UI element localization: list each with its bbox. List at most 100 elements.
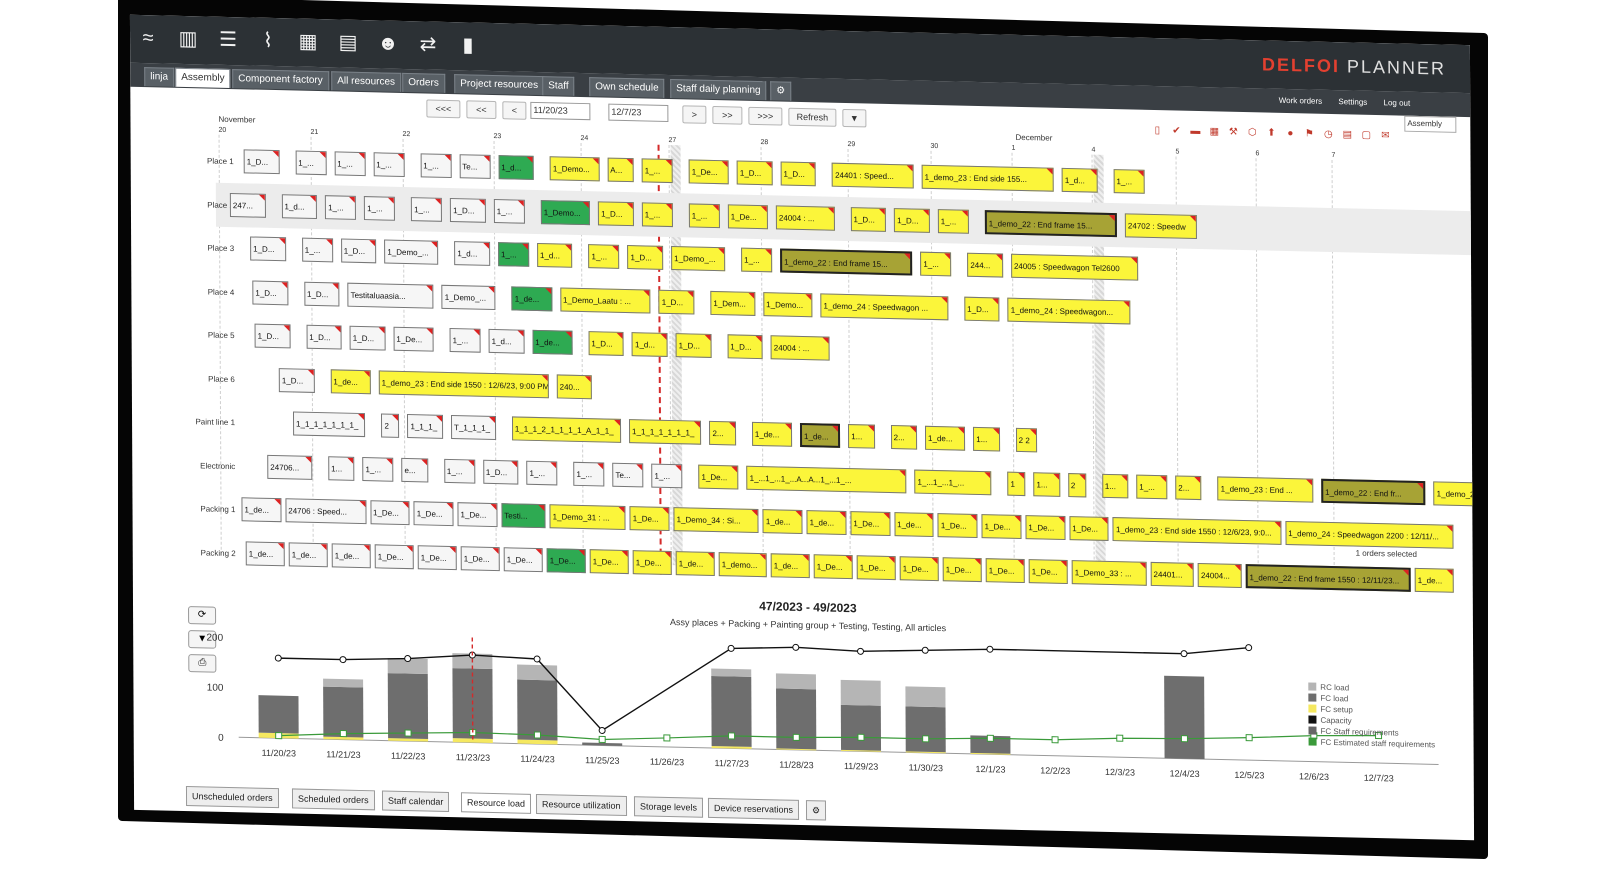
order-bar[interactable]: 1_demo_23 : End side 1550 : 12/6/23, 9:0… bbox=[1112, 517, 1282, 545]
order-bar[interactable]: 1_Demo... bbox=[549, 156, 600, 182]
order-bar[interactable]: 1_1_1_2_1_1_1_1_A_1_1_ bbox=[511, 416, 622, 443]
gear-icon[interactable]: ⚙ bbox=[805, 800, 827, 821]
order-bar[interactable]: 1_demo_24 : Speedwagon ... bbox=[820, 292, 949, 320]
order-bar[interactable]: 1_... bbox=[301, 237, 333, 263]
order-bar[interactable]: 1_1_1_1_1_1_1_ bbox=[292, 411, 366, 438]
order-bar[interactable]: 1_de... bbox=[751, 421, 793, 447]
order-bar[interactable]: 1_De... bbox=[589, 548, 629, 574]
order-bar[interactable]: 1_de... bbox=[511, 285, 553, 311]
order-bar[interactable]: 1... bbox=[328, 455, 355, 481]
order-bar[interactable]: 24004 : ... bbox=[775, 204, 835, 231]
tab-staff[interactable]: Staff bbox=[542, 76, 575, 96]
tab-resource-load[interactable]: Resource load bbox=[460, 792, 532, 814]
settings-link[interactable]: Settings bbox=[1338, 97, 1367, 107]
assembly-select[interactable]: Assembly bbox=[1404, 115, 1457, 133]
order-bar[interactable]: 1_... bbox=[364, 195, 396, 221]
order-bar[interactable]: Testi... bbox=[501, 503, 546, 529]
order-bar[interactable]: 1_... bbox=[493, 198, 525, 224]
order-bar[interactable]: 1_Demo_... bbox=[441, 284, 496, 310]
order-bar[interactable]: 1_... bbox=[411, 196, 443, 222]
tab-all-resources[interactable]: All resources bbox=[331, 71, 402, 92]
order-bar[interactable]: 244... bbox=[967, 252, 1003, 278]
order-bar[interactable]: 1_d... bbox=[488, 328, 525, 354]
order-bar[interactable]: 1_... bbox=[573, 461, 605, 487]
gantt-icon[interactable]: ☰ bbox=[214, 27, 242, 54]
order-bar[interactable]: 1_de... bbox=[532, 329, 573, 355]
order-bar[interactable]: 1_D... bbox=[588, 331, 625, 356]
order-bar[interactable]: 1_de... bbox=[806, 510, 847, 536]
order-bar[interactable]: 1_... bbox=[420, 153, 452, 179]
order-bar[interactable]: 1_de... bbox=[288, 541, 328, 567]
order-bar[interactable]: 24004... bbox=[1197, 562, 1242, 588]
nav-next-button[interactable]: > bbox=[682, 105, 707, 124]
order-bar[interactable]: 1_... bbox=[651, 463, 683, 488]
order-bar[interactable]: 1_... bbox=[588, 244, 620, 269]
order-bar[interactable]: 1_De... bbox=[985, 557, 1025, 583]
order-bar[interactable]: 24004 : ... bbox=[770, 335, 830, 361]
order-bar[interactable]: 1_de... bbox=[675, 550, 715, 576]
date-from-input[interactable]: 11/20/23 bbox=[530, 101, 591, 121]
clipboard-icon[interactable]: ▤ bbox=[334, 29, 362, 56]
tab-project-resources[interactable]: Project resources bbox=[454, 74, 545, 96]
order-bar[interactable]: 1_D... bbox=[482, 459, 519, 485]
bar-chart-icon[interactable]: ▮ bbox=[454, 32, 482, 59]
order-bar[interactable]: 1... bbox=[973, 426, 1000, 452]
order-bar[interactable]: 1_d... bbox=[1061, 167, 1098, 193]
order-bar[interactable]: 1_Demo... bbox=[540, 199, 591, 225]
calendar-icon[interactable]: ▦ bbox=[294, 28, 322, 55]
order-bar[interactable]: 1_... bbox=[334, 151, 366, 177]
order-bar[interactable]: 1_De... bbox=[937, 513, 978, 538]
order-bar[interactable]: 1_Demo_31 : ... bbox=[549, 504, 626, 531]
order-bar[interactable]: 1_D... bbox=[894, 207, 930, 233]
order-bar[interactable]: 1_demo_24 : Speedwagon 2200 : 12/11/... bbox=[1285, 520, 1454, 549]
order-bar[interactable]: 1_De... bbox=[813, 553, 853, 579]
tab-storage-levels[interactable]: Storage levels bbox=[633, 796, 704, 818]
order-bar[interactable]: T_1_1_1_ bbox=[450, 415, 496, 441]
order-bar[interactable]: 1_Demo_... bbox=[384, 239, 439, 265]
order-bar[interactable]: 1_D... bbox=[243, 149, 280, 175]
order-bar[interactable]: 24706... bbox=[267, 454, 313, 480]
tab-staff-daily-planning[interactable]: Staff daily planning bbox=[670, 79, 767, 101]
order-bar[interactable]: 1_D... bbox=[306, 324, 342, 350]
order-bar[interactable]: 1_De... bbox=[899, 555, 939, 581]
order-bar[interactable]: Te... bbox=[612, 462, 644, 487]
order-bar[interactable]: 1_... bbox=[449, 327, 481, 353]
order-bar[interactable]: 1_... bbox=[325, 194, 357, 220]
order-bar[interactable]: 1_de... bbox=[799, 422, 841, 448]
order-bar[interactable]: 1_de... bbox=[924, 425, 966, 451]
order-bar[interactable]: 1_demo_23 : End side 155... bbox=[921, 164, 1054, 192]
arrows-icon[interactable]: ⇄ bbox=[414, 31, 442, 58]
gear-icon[interactable]: ⚙ bbox=[770, 81, 792, 101]
order-bar[interactable]: 1_D... bbox=[850, 206, 887, 232]
order-bar[interactable]: 1... bbox=[1033, 471, 1060, 497]
tab-staff-calendar[interactable]: Staff calendar bbox=[381, 790, 450, 813]
order-bar[interactable]: 1_De... bbox=[1069, 516, 1110, 541]
nav-last-button[interactable]: >>> bbox=[748, 106, 783, 126]
order-bar[interactable]: 1_De... bbox=[413, 501, 454, 527]
order-bar[interactable]: 1_D... bbox=[250, 236, 286, 262]
order-bar[interactable]: 1_Demo... bbox=[763, 291, 813, 317]
order-bar[interactable]: 1_demo... bbox=[718, 551, 767, 577]
order-bar[interactable]: 1_... bbox=[741, 247, 773, 273]
order-bar[interactable]: 1_demo_24 : Spee... bbox=[1433, 480, 1475, 508]
logout-link[interactable]: Log out bbox=[1383, 98, 1410, 108]
order-bar[interactable]: 24702 : Speedw bbox=[1124, 212, 1198, 239]
order-bar[interactable]: 1_D... bbox=[675, 333, 712, 358]
order-bar[interactable]: 1 bbox=[1007, 471, 1026, 496]
order-bar[interactable]: 2 bbox=[1067, 472, 1086, 497]
order-bar[interactable]: 1_1_1_1_1_1_1_ bbox=[628, 419, 702, 445]
order-bar[interactable]: 1_de... bbox=[241, 497, 282, 523]
order-bar[interactable]: 1_D... bbox=[598, 200, 634, 226]
order-bar[interactable]: 1_de... bbox=[330, 368, 371, 394]
order-bar[interactable]: 240... bbox=[556, 373, 593, 399]
order-bar[interactable]: 1_d... bbox=[281, 193, 318, 219]
tab-linja[interactable]: linja bbox=[144, 67, 175, 87]
order-bar[interactable]: 1_D... bbox=[349, 325, 386, 351]
order-bar[interactable]: 1_De... bbox=[632, 549, 672, 575]
order-bar[interactable]: 1_de... bbox=[770, 552, 810, 578]
order-bar[interactable]: 1_d... bbox=[536, 242, 573, 268]
order-bar[interactable]: 1_demo_23 : End side 1550 : 12/6/23, 9:0… bbox=[378, 369, 549, 398]
order-bar[interactable]: 24005 : Speedwagon Tel2600 bbox=[1010, 253, 1139, 281]
work-orders-link[interactable]: Work orders bbox=[1279, 96, 1322, 106]
order-bar[interactable]: 1_... bbox=[526, 460, 558, 485]
